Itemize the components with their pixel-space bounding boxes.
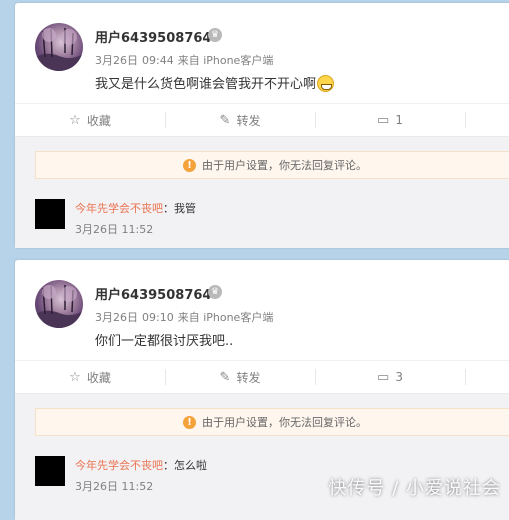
like-button[interactable]: [465, 104, 509, 136]
post-text-content: 我又是什么货色啊谁会管我开不开心啊: [95, 77, 317, 92]
avatar[interactable]: [35, 280, 83, 328]
commenter-avatar[interactable]: [35, 456, 65, 486]
repost-label: 转发: [236, 370, 261, 385]
favorite-button[interactable]: ☆ 收藏: [15, 104, 165, 136]
commenter-avatar[interactable]: [35, 199, 65, 229]
post-time[interactable]: 09:10: [142, 311, 174, 324]
comment-time: 3月26日 11:52: [75, 480, 154, 493]
repost-label: 转发: [236, 113, 261, 128]
avatar[interactable]: [35, 23, 83, 71]
commenter-name[interactable]: 今年先学会不丧吧: [75, 459, 163, 472]
crown-icon: ♛: [208, 285, 222, 299]
comment-text: ：我管: [163, 202, 196, 215]
comment-text: ：怎么啦: [163, 459, 207, 472]
favorite-label: 收藏: [86, 370, 111, 385]
comment-icon: ▭: [377, 112, 390, 128]
post-meta: 3月26日 09:44 来自 iPhone客户端: [95, 52, 277, 68]
comment-line: 今年先学会不丧吧：我管: [75, 200, 196, 216]
comment-panel: ! 由于用户设置，你无法回复评论。 今年先学会不丧吧：我管 3月26日 11:52: [15, 137, 509, 248]
star-icon: ☆: [69, 112, 81, 128]
post-source: 来自 iPhone客户端: [177, 54, 274, 67]
repost-icon: ✎: [219, 112, 231, 128]
username[interactable]: 用户6439508764: [95, 27, 211, 46]
like-button[interactable]: [465, 361, 509, 393]
comment-count: 1: [395, 113, 403, 127]
username[interactable]: 用户6439508764: [95, 284, 211, 303]
star-icon: ☆: [69, 369, 81, 385]
favorite-button[interactable]: ☆ 收藏: [15, 361, 165, 393]
repost-button[interactable]: ✎ 转发: [165, 104, 315, 136]
post-date[interactable]: 3月26日: [95, 54, 138, 67]
watermark: 快传号 / 小爱说社会: [328, 478, 501, 499]
post-text: 我又是什么货色啊谁会管我开不开心啊: [95, 73, 335, 92]
comment-button[interactable]: ▭ 1: [315, 104, 465, 136]
post-text: 你们一定都很讨厌我吧..: [95, 334, 234, 349]
notice-text: 由于用户设置，你无法回复评论。: [202, 416, 367, 429]
warning-icon: !: [183, 158, 196, 172]
post-source: 来自 iPhone客户端: [177, 311, 274, 324]
action-bar: ☆ 收藏 ✎ 转发 ▭ 3: [15, 360, 509, 394]
reply-notice: ! 由于用户设置，你无法回复评论。: [35, 151, 509, 179]
repost-button[interactable]: ✎ 转发: [165, 361, 315, 393]
comment-count: 3: [395, 370, 403, 384]
comment-icon: ▭: [377, 369, 390, 385]
post-time[interactable]: 09:44: [142, 54, 174, 67]
comment-panel: ! 由于用户设置，你无法回复评论。 今年先学会不丧吧：怎么啦 3月26日 11:5…: [15, 394, 509, 520]
repost-icon: ✎: [219, 369, 231, 385]
comment-line: 今年先学会不丧吧：怎么啦: [75, 457, 207, 473]
commenter-name[interactable]: 今年先学会不丧吧: [75, 202, 163, 215]
favorite-label: 收藏: [86, 113, 111, 128]
comment-button[interactable]: ▭ 3: [315, 361, 465, 393]
action-bar: ☆ 收藏 ✎ 转发 ▭ 1: [15, 103, 509, 137]
grin-emoji-icon: [317, 75, 335, 92]
crown-icon: ♛: [208, 28, 222, 42]
warning-icon: !: [183, 415, 196, 429]
notice-text: 由于用户设置，你无法回复评论。: [202, 159, 367, 172]
post-meta: 3月26日 09:10 来自 iPhone客户端: [95, 309, 277, 325]
weibo-post-1: 用户6439508764 ♛ 3月26日 09:44 来自 iPhone客户端 我又…: [15, 3, 509, 248]
reply-notice: ! 由于用户设置，你无法回复评论。: [35, 408, 509, 436]
comment-time: 3月26日 11:52: [75, 223, 154, 236]
post-date[interactable]: 3月26日: [95, 311, 138, 324]
